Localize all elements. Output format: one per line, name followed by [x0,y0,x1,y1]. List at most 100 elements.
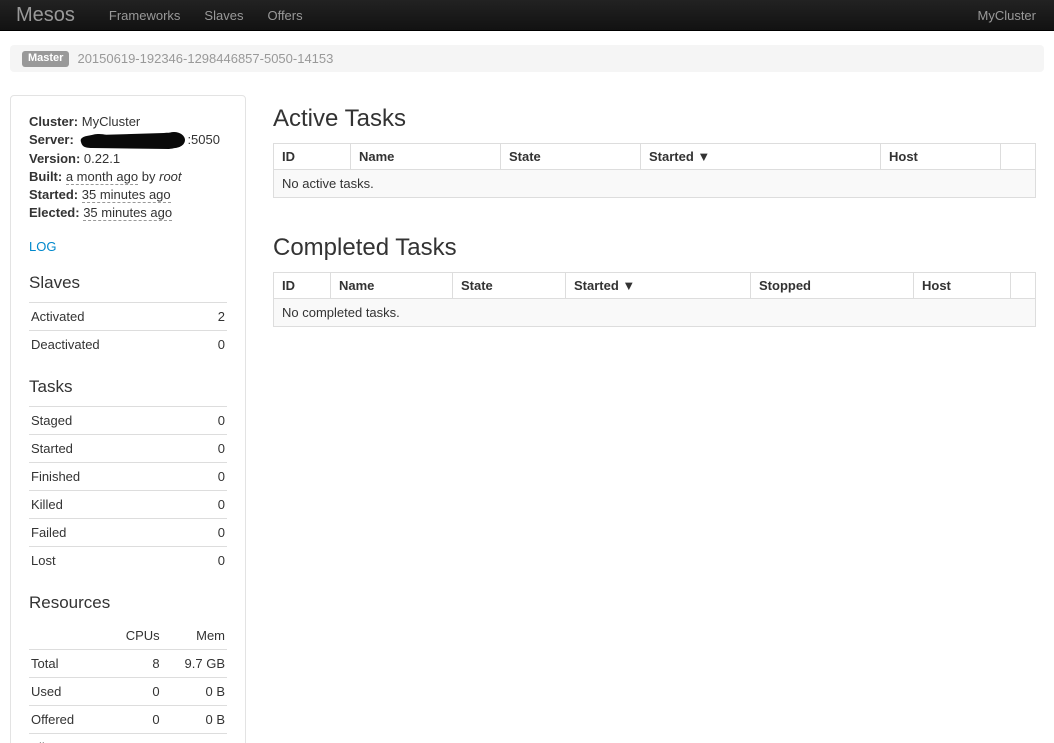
table-row: Idle 8 9.7 GB [29,733,227,743]
master-id-text: 20150619-192346-1298446857-5050-14153 [77,51,333,66]
built-time-value: a month ago [66,169,138,185]
completed-col-id[interactable]: ID [274,273,331,299]
built-user-value: root [159,169,181,184]
stat-value: 0 [192,518,227,546]
elected-label: Elected: [29,205,80,220]
stat-cpus-value: 0 [108,705,161,733]
active-tasks-table: ID Name State Started ▼ Host No active t… [273,143,1036,198]
active-col-id[interactable]: ID [274,144,351,170]
built-info-line: Built: a month ago by root [29,168,227,186]
version-info-line: Version: 0.22.1 [29,150,227,168]
stat-cpus-value: 8 [108,733,161,743]
table-row: CPUs Mem [29,622,227,650]
stat-value: 0 [200,330,227,358]
table-row: Staged 0 [29,406,227,434]
resources-corner-cell [29,622,108,650]
tasks-section-heading: Tasks [29,377,227,397]
table-row: No active tasks. [274,170,1036,198]
stat-label: Total [29,649,108,677]
main-content: Active Tasks ID Name State Started ▼ Hos… [273,72,1036,743]
completed-col-started-sorted[interactable]: Started ▼ [566,273,751,299]
cluster-info-line: Cluster: MyCluster [29,113,227,131]
active-col-started-sorted[interactable]: Started ▼ [641,144,881,170]
master-info-panel: Cluster: MyCluster Server: :5050 Version… [10,95,246,743]
resources-stat-table: CPUs Mem Total 8 9.7 GB Used 0 0 B Offer… [29,622,227,743]
built-by-text: by [142,169,156,184]
active-col-host[interactable]: Host [881,144,1001,170]
stat-value: 0 [192,490,227,518]
resources-cpus-header: CPUs [108,622,161,650]
server-port: :5050 [187,132,220,147]
resources-section-heading: Resources [29,593,227,613]
slaves-stat-table: Activated 2 Deactivated 0 [29,302,227,358]
table-header-row: ID Name State Started ▼ Host [274,144,1036,170]
table-row: Started 0 [29,434,227,462]
stat-label: Lost [29,546,192,574]
completed-col-name[interactable]: Name [331,273,453,299]
active-col-state[interactable]: State [501,144,641,170]
nav-item-slaves[interactable]: Slaves [192,0,255,30]
top-navbar: Mesos Frameworks Slaves Offers MyCluster [0,0,1054,31]
completed-col-stopped[interactable]: Stopped [751,273,914,299]
stat-label: Started [29,434,192,462]
table-row: Failed 0 [29,518,227,546]
stat-value: 0 [192,546,227,574]
stat-label: Used [29,677,108,705]
completed-tasks-table: ID Name State Started ▼ Stopped Host No … [273,272,1036,327]
cluster-name-label: MyCluster [977,8,1054,23]
completed-col-host[interactable]: Host [914,273,1011,299]
stat-label: Offered [29,705,108,733]
stat-value: 2 [200,302,227,330]
table-row: Deactivated 0 [29,330,227,358]
table-row: Killed 0 [29,490,227,518]
version-value: 0.22.1 [84,151,120,166]
stat-mem-value: 0 B [162,705,227,733]
table-header-row: ID Name State Started ▼ Stopped Host [274,273,1036,299]
nav-item-offers[interactable]: Offers [255,0,314,30]
started-info-line: Started: 35 minutes ago [29,186,227,204]
stat-value: 0 [192,434,227,462]
elected-time-value: 35 minutes ago [83,205,172,221]
stat-label: Activated [29,302,200,330]
master-badge: Master [22,51,69,67]
resources-mem-header: Mem [162,622,227,650]
stat-label: Failed [29,518,192,546]
log-link[interactable]: LOG [29,239,56,254]
nav-item-frameworks[interactable]: Frameworks [97,0,193,30]
table-row: No completed tasks. [274,299,1036,327]
server-label: Server: [29,132,74,147]
stat-label: Deactivated [29,330,200,358]
active-col-blank [1001,144,1036,170]
stat-mem-value: 0 B [162,677,227,705]
stat-value: 0 [192,406,227,434]
table-row: Lost 0 [29,546,227,574]
server-info-line: Server: :5050 [29,131,227,150]
breadcrumb: Master 20150619-192346-1298446857-5050-1… [10,45,1044,72]
cluster-label: Cluster: [29,114,78,129]
mesos-brand-link[interactable]: Mesos [16,4,75,27]
slaves-section-heading: Slaves [29,273,227,293]
stat-cpus-value: 8 [108,649,161,677]
completed-tasks-title: Completed Tasks [273,235,1036,261]
stat-label: Idle [29,733,108,743]
stat-mem-value: 9.7 GB [162,733,227,743]
active-col-name[interactable]: Name [351,144,501,170]
stat-mem-value: 9.7 GB [162,649,227,677]
table-row: Activated 2 [29,302,227,330]
completed-tasks-empty-message: No completed tasks. [274,299,1036,327]
elected-info-line: Elected: 35 minutes ago [29,204,227,222]
table-row: Used 0 0 B [29,677,227,705]
stat-cpus-value: 0 [108,677,161,705]
stat-label: Staged [29,406,192,434]
stat-label: Finished [29,462,192,490]
active-tasks-title: Active Tasks [273,106,1036,132]
table-row: Finished 0 [29,462,227,490]
stat-value: 0 [192,462,227,490]
completed-col-state[interactable]: State [453,273,566,299]
version-label: Version: [29,151,80,166]
cluster-value: MyCluster [82,114,141,129]
navbar-menu: Frameworks Slaves Offers [97,0,315,30]
active-tasks-empty-message: No active tasks. [274,170,1036,198]
redacted-server-address-blob [78,132,186,150]
table-row: Total 8 9.7 GB [29,649,227,677]
